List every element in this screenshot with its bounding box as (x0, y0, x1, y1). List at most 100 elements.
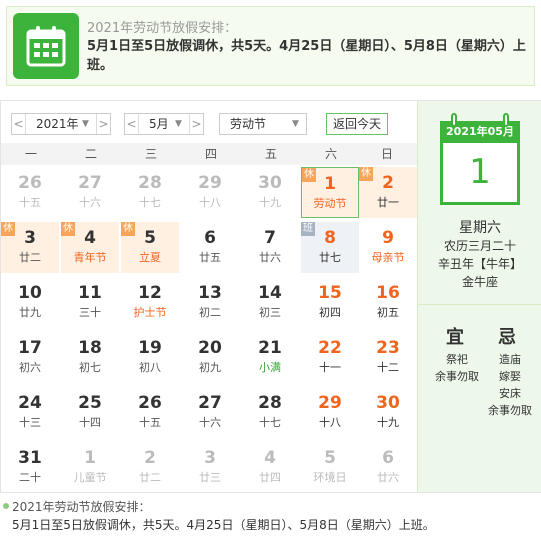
day-cell[interactable]: 10 廿九 (1, 277, 59, 328)
lunar-label: 护士节 (133, 306, 167, 319)
day-cell[interactable]: 11 三十 (61, 277, 119, 328)
day-cell[interactable]: 30 十九 (241, 167, 299, 218)
lunar-label: 十六 (79, 196, 101, 209)
day-cell[interactable]: 14 初三 (241, 277, 299, 328)
rest-badge: 休 (1, 222, 15, 236)
month-select[interactable]: < 5月 ▼ > (124, 113, 204, 135)
lunar-label: 初三 (259, 306, 281, 319)
day-cell[interactable]: 休 3 廿二 (1, 222, 59, 273)
weekday-text: 星期六 (459, 220, 501, 236)
day-cell[interactable]: 3 廿三 (181, 442, 239, 493)
weekday-label: 一 (24, 147, 37, 161)
big-day-number: 1 (469, 152, 491, 192)
weekday-label: 六 (324, 147, 337, 161)
ring-icon (451, 113, 457, 127)
lunar-label: 廿一 (377, 196, 399, 209)
lunar-label: 母亲节 (371, 251, 405, 264)
lunar-label: 十六 (199, 416, 221, 429)
day-cell[interactable]: 15 初四 (301, 277, 359, 328)
day-number: 21 (258, 338, 282, 358)
lunar-label: 廿二 (139, 471, 161, 484)
year-value: 2021年 (36, 117, 79, 131)
lunar-label: 初二 (199, 306, 221, 319)
day-number: 15 (318, 283, 342, 303)
day-cell[interactable]: 6 廿五 (181, 222, 239, 273)
day-cell[interactable]: 25 十四 (61, 387, 119, 438)
day-number: 19 (138, 338, 162, 358)
day-cell[interactable]: 16 初五 (359, 277, 417, 328)
day-cell[interactable]: 31 二十 (1, 442, 59, 493)
day-cell[interactable]: 28 十七 (121, 167, 179, 218)
day-number: 29 (318, 393, 342, 413)
ji-item: 造庙 (499, 353, 521, 366)
zodiac-sign: 金牛座 (461, 275, 498, 289)
day-cell[interactable]: 休 1 劳动节 (301, 167, 359, 218)
day-cell[interactable]: 休 4 青年节 (61, 222, 119, 273)
weekday-label: 二 (84, 147, 97, 161)
lunar-label: 初七 (79, 361, 101, 374)
day-cell[interactable]: 6 廿六 (359, 442, 417, 493)
calendar-widget: < 2021年 ▼ > < 5月 ▼ > 劳动节 ▼ 返回今天 一 二 三 四 … (0, 100, 541, 493)
day-cell[interactable]: 13 初二 (181, 277, 239, 328)
day-cell[interactable]: 27 十六 (181, 387, 239, 438)
lunar-year: 辛丑年【牛年】 (437, 257, 522, 271)
day-cell[interactable]: 23 十二 (359, 332, 417, 383)
day-cell[interactable]: 24 十三 (1, 387, 59, 438)
day-cell[interactable]: 27 十六 (61, 167, 119, 218)
day-number: 28 (138, 173, 162, 193)
day-number: 28 (258, 393, 282, 413)
chevron-down-icon: ▼ (82, 119, 89, 129)
day-cell[interactable]: 20 初九 (181, 332, 239, 383)
lunar-label: 儿童节 (73, 471, 107, 484)
day-cell[interactable]: 21 小满 (241, 332, 299, 383)
day-number: 2 (144, 448, 156, 468)
day-cell[interactable]: 休 2 廿一 (359, 167, 417, 218)
day-cell[interactable]: 休 5 立夏 (121, 222, 179, 273)
day-number: 14 (258, 283, 282, 303)
day-number: 17 (18, 338, 42, 358)
yi-item: 余事勿取 (435, 370, 479, 383)
weekday-label: 五 (264, 147, 277, 161)
yi-item: 祭祀 (446, 353, 468, 366)
day-cell[interactable]: 28 十七 (241, 387, 299, 438)
day-number: 26 (18, 173, 42, 193)
day-cell[interactable]: 12 护士节 (121, 277, 179, 328)
lunar-label: 廿九 (19, 306, 41, 319)
day-cell[interactable]: 29 十八 (301, 387, 359, 438)
day-cell[interactable]: 1 儿童节 (61, 442, 119, 493)
day-cell[interactable]: 18 初七 (61, 332, 119, 383)
prev-year-button[interactable]: < (12, 114, 26, 134)
day-cell[interactable]: 26 十五 (1, 167, 59, 218)
day-cell[interactable]: 7 廿六 (241, 222, 299, 273)
day-cell[interactable]: 22 十一 (301, 332, 359, 383)
day-cell[interactable]: 17 初六 (1, 332, 59, 383)
day-cell[interactable]: 19 初八 (121, 332, 179, 383)
holiday-select[interactable]: 劳动节 ▼ (219, 113, 307, 135)
lunar-label: 廿六 (259, 251, 281, 264)
prev-month-button[interactable]: < (125, 114, 139, 134)
day-cell[interactable]: 9 母亲节 (359, 222, 417, 273)
day-number: 16 (376, 283, 400, 303)
year-select[interactable]: < 2021年 ▼ > (11, 113, 111, 135)
day-number: 7 (264, 228, 276, 248)
day-cell[interactable]: 30 十九 (359, 387, 417, 438)
day-cell[interactable]: 2 廿二 (121, 442, 179, 493)
holiday-notice: 2021年劳动节放假安排： 5月1日至5日放假调休，共5天。4月25日（星期日）… (6, 6, 535, 86)
weekday-header: 一 二 三 四 五 六 日 (1, 143, 417, 165)
lunar-label: 初五 (377, 306, 399, 319)
day-number: 23 (376, 338, 400, 358)
day-number: 5 (324, 448, 336, 468)
ji-title: 忌 (498, 327, 516, 348)
next-year-button[interactable]: > (96, 114, 110, 134)
lunar-label: 初九 (199, 361, 221, 374)
lunar-label: 二十 (19, 471, 41, 484)
day-cell[interactable]: 班 8 廿七 (301, 222, 359, 273)
footer-body: 5月1日至5日放假调休，共5天。4月25日（星期日）、5月8日（星期六）上班。 (12, 518, 435, 532)
lunar-label: 廿五 (199, 251, 221, 264)
day-cell[interactable]: 4 廿四 (241, 442, 299, 493)
next-month-button[interactable]: > (189, 114, 203, 134)
day-cell[interactable]: 29 十八 (181, 167, 239, 218)
back-to-today-button[interactable]: 返回今天 (326, 113, 388, 135)
day-cell[interactable]: 26 十五 (121, 387, 179, 438)
day-cell[interactable]: 5 环境日 (301, 442, 359, 493)
